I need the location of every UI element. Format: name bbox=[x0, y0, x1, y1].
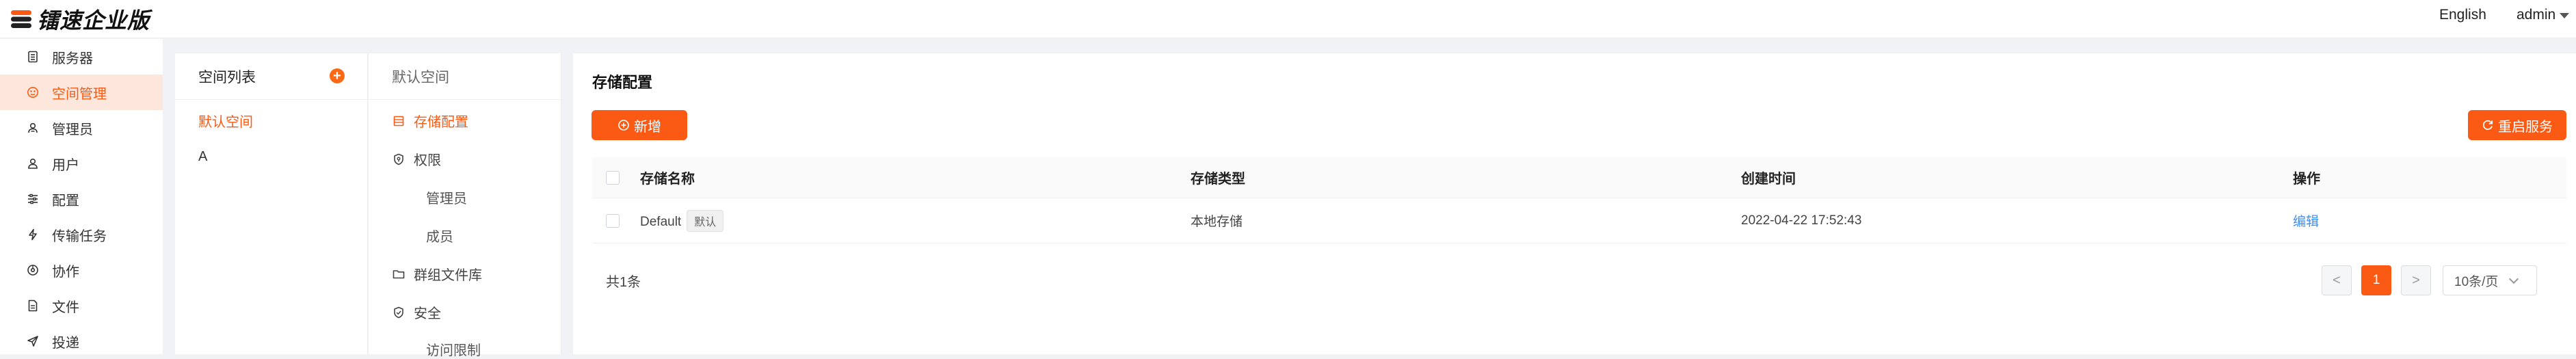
column-header-created: 创建时间 bbox=[1741, 172, 1796, 187]
menu-item-label: 权限 bbox=[414, 153, 441, 168]
space-menu-panel: 默认空间 存储配置 权限 管理员 成员 群组文件库 安全 访问限制 bbox=[369, 53, 561, 358]
storage-type-cell: 本地存储 bbox=[1191, 215, 1243, 229]
caret-down-icon bbox=[2560, 13, 2570, 18]
shield-icon bbox=[392, 306, 406, 319]
storage-config-content: 存储配置 新增 重启服务 存储名称 存储类型 创建时间 操作 Default 默认… bbox=[573, 53, 2576, 354]
menu-subitem-access-limit[interactable]: 访问限制 bbox=[426, 339, 481, 359]
default-badge: 默认 bbox=[687, 209, 724, 232]
logo[interactable]: 镭速企业版 bbox=[10, 3, 150, 36]
admin-icon bbox=[26, 121, 40, 135]
sidebar-item-transfer-tasks[interactable]: 传输任务 bbox=[0, 217, 163, 252]
space-menu-header: 默认空间 bbox=[369, 53, 561, 100]
storage-icon bbox=[392, 114, 406, 128]
menu-item-permissions[interactable]: 权限 bbox=[392, 149, 441, 169]
table-row: Default 默认 本地存储 2022-04-22 17:52:43 编辑 bbox=[592, 198, 2566, 243]
space-list-title: 空间列表 bbox=[198, 69, 256, 85]
menu-item-label: 存储配置 bbox=[414, 115, 468, 130]
storage-table: 存储名称 存储类型 创建时间 操作 Default 默认 本地存储 2022-04… bbox=[592, 157, 2566, 243]
sidebar-item-server[interactable]: 服务器 bbox=[0, 39, 163, 75]
add-storage-label: 新增 bbox=[634, 119, 661, 135]
send-icon bbox=[26, 334, 40, 348]
sidebar-item-label: 传输任务 bbox=[52, 228, 107, 244]
file-icon bbox=[26, 299, 40, 313]
language-switch[interactable]: English bbox=[2439, 7, 2486, 23]
menu-item-storage-config[interactable]: 存储配置 bbox=[392, 111, 468, 131]
storage-name: Default bbox=[640, 214, 682, 229]
folder-icon bbox=[392, 267, 406, 281]
menu-item-security[interactable]: 安全 bbox=[392, 302, 441, 322]
table-header: 存储名称 存储类型 创建时间 操作 bbox=[592, 157, 2566, 198]
created-time-cell: 2022-04-22 17:52:43 bbox=[1741, 213, 1862, 228]
server-icon bbox=[26, 50, 40, 64]
sidebar-item-delivery[interactable]: 投递 bbox=[0, 323, 163, 359]
plus-circle-icon bbox=[618, 120, 629, 131]
sidebar-item-label: 文件 bbox=[52, 300, 79, 315]
add-storage-button[interactable]: 新增 bbox=[592, 110, 687, 140]
collaborate-icon bbox=[26, 263, 40, 277]
sidebar-item-config[interactable]: 配置 bbox=[0, 181, 163, 217]
sidebar-item-label: 服务器 bbox=[52, 51, 93, 66]
next-page-button[interactable]: > bbox=[2401, 265, 2431, 295]
chevron-left-icon: < bbox=[2333, 272, 2341, 288]
user-menu[interactable]: admin bbox=[2517, 7, 2570, 23]
sidebar-item-collaboration[interactable]: 协作 bbox=[0, 252, 163, 288]
row-checkbox[interactable] bbox=[606, 213, 620, 228]
menu-subitem-admins[interactable]: 管理员 bbox=[426, 187, 467, 207]
space-item-default[interactable]: 默认空间 bbox=[198, 111, 253, 131]
user-icon bbox=[26, 157, 40, 170]
transfer-icon bbox=[26, 228, 40, 241]
page-title: 存储配置 bbox=[592, 74, 653, 91]
column-header-type: 存储类型 bbox=[1191, 172, 1245, 187]
page-size-value: 10条/页 bbox=[2454, 274, 2499, 289]
permission-icon bbox=[392, 152, 406, 166]
sidebar-item-files[interactable]: 文件 bbox=[0, 288, 163, 323]
total-count: 共1条 bbox=[606, 275, 641, 290]
menu-item-group-library[interactable]: 群组文件库 bbox=[392, 264, 482, 284]
sidebar-item-label: 投递 bbox=[52, 335, 79, 351]
menu-item-label: 安全 bbox=[414, 306, 441, 321]
space-list-panel: 空间列表 + 默认空间 A bbox=[175, 53, 368, 354]
column-header-name: 存储名称 bbox=[640, 172, 695, 187]
refresh-icon bbox=[2482, 120, 2493, 130]
space-icon bbox=[26, 85, 40, 99]
page-size-select[interactable]: 10条/页 bbox=[2443, 265, 2537, 295]
add-space-button[interactable]: + bbox=[330, 68, 345, 83]
edit-link[interactable]: 编辑 bbox=[2293, 211, 2319, 230]
prev-page-button[interactable]: < bbox=[2322, 265, 2352, 295]
user-name: admin bbox=[2517, 7, 2556, 23]
sidebar-item-users[interactable]: 用户 bbox=[0, 146, 163, 181]
storage-name-cell: Default 默认 bbox=[640, 209, 724, 232]
sidebar-item-label: 协作 bbox=[52, 264, 79, 280]
space-item-a[interactable]: A bbox=[198, 149, 207, 165]
current-page[interactable]: 1 bbox=[2361, 265, 2391, 295]
space-list-header: 空间列表 + bbox=[175, 53, 367, 100]
restart-service-label: 重启服务 bbox=[2498, 119, 2553, 135]
chevron-right-icon: > bbox=[2412, 272, 2420, 288]
top-bar: 镭速企业版 English admin bbox=[0, 0, 2576, 38]
sidebar-item-label: 用户 bbox=[52, 157, 79, 173]
sidebar-item-label: 配置 bbox=[52, 193, 79, 209]
chevron-down-icon bbox=[2509, 274, 2519, 284]
settings-sliders-icon bbox=[26, 192, 40, 206]
sidebar: 服务器 空间管理 管理员 用户 配置 传输任务 协作 文件 投递 bbox=[0, 39, 163, 354]
sidebar-item-label: 空间管理 bbox=[52, 86, 107, 102]
logo-icon bbox=[11, 10, 31, 28]
sidebar-item-admins[interactable]: 管理员 bbox=[0, 110, 163, 146]
sidebar-item-label: 管理员 bbox=[52, 122, 93, 137]
logo-text: 镭速企业版 bbox=[37, 8, 150, 34]
menu-subitem-members[interactable]: 成员 bbox=[426, 226, 453, 245]
sidebar-item-space-management[interactable]: 空间管理 bbox=[0, 75, 163, 110]
column-header-actions: 操作 bbox=[2293, 172, 2320, 187]
restart-service-button[interactable]: 重启服务 bbox=[2468, 110, 2566, 140]
menu-item-label: 群组文件库 bbox=[414, 268, 482, 283]
select-all-checkbox[interactable] bbox=[606, 170, 620, 185]
